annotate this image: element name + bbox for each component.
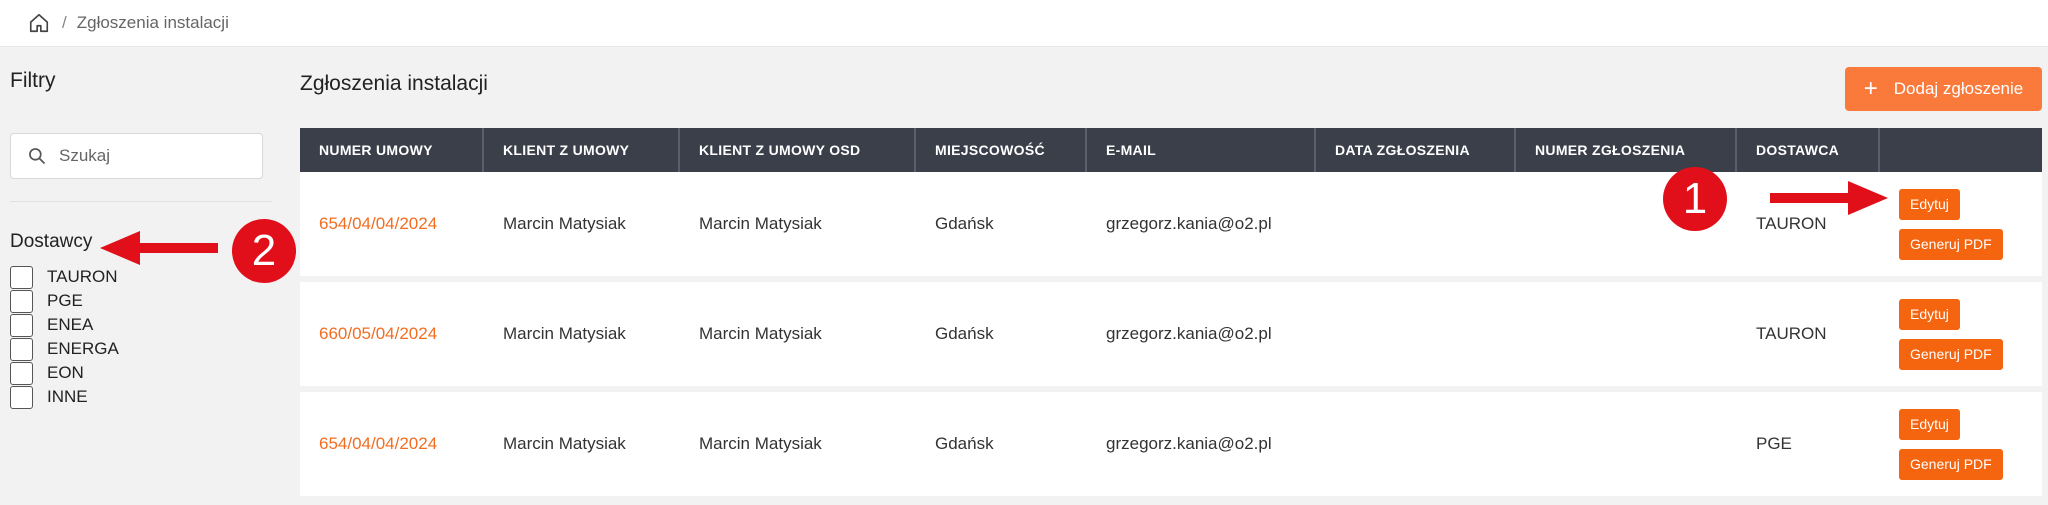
search-icon	[29, 148, 46, 165]
request-number	[1516, 282, 1737, 392]
supplier-filter-tauron[interactable]: TAURON	[10, 265, 119, 289]
client-osd-name: Marcin Matysiak	[680, 282, 916, 392]
row-actions: Edytuj Generuj PDF	[1880, 172, 2042, 282]
breadcrumb: / Zgłoszenia instalacji	[0, 0, 2048, 47]
supplier-filter-enea[interactable]: ENEA	[10, 313, 119, 337]
annotation-arrow-right-icon	[1770, 181, 1888, 215]
edit-button[interactable]: Edytuj	[1899, 188, 1960, 220]
client-osd-name: Marcin Matysiak	[680, 172, 916, 282]
breadcrumb-separator: /	[62, 13, 67, 32]
annotation-badge-2: 2	[232, 219, 296, 283]
filters-sidebar: Filtry Dostawcy TAURON PGE ENEA	[0, 47, 282, 505]
city: Gdańsk	[916, 172, 1087, 282]
supplier: TAURON	[1737, 282, 1880, 392]
edit-button[interactable]: Edytuj	[1899, 408, 1960, 440]
checkbox[interactable]	[10, 313, 33, 337]
annotation-arrow-left-icon	[100, 231, 218, 265]
email: grzegorz.kania@o2.pl	[1087, 392, 1316, 502]
client-name: Marcin Matysiak	[484, 172, 680, 282]
supplier-label: TAURON	[47, 267, 118, 286]
supplier-label: INNE	[47, 387, 88, 406]
page-content: Filtry Dostawcy TAURON PGE ENEA	[0, 47, 2048, 505]
checkbox[interactable]	[10, 385, 33, 409]
supplier-filter-pge[interactable]: PGE	[10, 289, 119, 313]
home-icon[interactable]	[28, 12, 50, 34]
supplier-label: EON	[47, 363, 84, 382]
table-row: 654/04/04/2024 Marcin Matysiak Marcin Ma…	[300, 392, 2042, 502]
table-header-row: NUMER UMOWY KLIENT Z UMOWY KLIENT Z UMOW…	[300, 128, 2042, 172]
add-request-button[interactable]: + Dodaj zgłoszenie	[1845, 67, 2042, 111]
request-date	[1316, 282, 1516, 392]
checkbox[interactable]	[10, 289, 33, 313]
column-header-klient-osd[interactable]: KLIENT Z UMOWY OSD	[680, 128, 916, 172]
column-header-actions	[1880, 128, 2042, 172]
email: grzegorz.kania@o2.pl	[1087, 172, 1316, 282]
contract-number[interactable]: 654/04/04/2024	[300, 392, 484, 502]
supplier: PGE	[1737, 392, 1880, 502]
generate-pdf-button[interactable]: Generuj PDF	[1899, 228, 2003, 260]
filters-title: Filtry	[10, 69, 56, 92]
column-header-dostawca[interactable]: DOSTAWCA	[1737, 128, 1880, 172]
search-box[interactable]	[10, 133, 263, 179]
row-actions: Edytuj Generuj PDF	[1880, 392, 2042, 502]
breadcrumb-current: Zgłoszenia instalacji	[76, 13, 229, 32]
column-header-miejscowosc[interactable]: MIEJSCOWOŚĆ	[916, 128, 1087, 172]
column-header-data-zgloszenia[interactable]: DATA ZGŁOSZENIA	[1316, 128, 1516, 172]
client-name: Marcin Matysiak	[484, 282, 680, 392]
client-name: Marcin Matysiak	[484, 392, 680, 502]
row-actions: Edytuj Generuj PDF	[1880, 282, 2042, 392]
column-header-numer-umowy[interactable]: NUMER UMOWY	[300, 128, 484, 172]
supplier-filter-list: TAURON PGE ENEA ENERGA EON INNE	[10, 265, 119, 409]
generate-pdf-button[interactable]: Generuj PDF	[1899, 338, 2003, 370]
supplier-label: ENERGA	[47, 339, 119, 358]
request-number	[1516, 392, 1737, 502]
column-header-klient[interactable]: KLIENT Z UMOWY	[484, 128, 680, 172]
column-header-email[interactable]: E-MAIL	[1087, 128, 1316, 172]
email: grzegorz.kania@o2.pl	[1087, 282, 1316, 392]
contract-number[interactable]: 654/04/04/2024	[300, 172, 484, 282]
annotation-badge-1: 1	[1663, 167, 1727, 231]
city: Gdańsk	[916, 282, 1087, 392]
column-header-numer-zgloszenia[interactable]: NUMER ZGŁOSZENIA	[1516, 128, 1737, 172]
suppliers-title: Dostawcy	[10, 231, 93, 252]
client-osd-name: Marcin Matysiak	[680, 392, 916, 502]
supplier-label: PGE	[47, 291, 83, 310]
supplier-filter-eon[interactable]: EON	[10, 361, 119, 385]
generate-pdf-button[interactable]: Generuj PDF	[1899, 448, 2003, 480]
contract-number[interactable]: 660/05/04/2024	[300, 282, 484, 392]
plus-icon: +	[1863, 75, 1878, 102]
supplier-filter-inne[interactable]: INNE	[10, 385, 119, 409]
sidebar-divider	[10, 201, 272, 202]
page-title: Zgłoszenia instalacji	[300, 72, 488, 95]
supplier-filter-energa[interactable]: ENERGA	[10, 337, 119, 361]
search-input[interactable]	[59, 146, 249, 166]
checkbox[interactable]	[10, 361, 33, 385]
checkbox[interactable]	[10, 265, 33, 289]
request-date	[1316, 172, 1516, 282]
supplier-label: ENEA	[47, 315, 94, 334]
table-row: 660/05/04/2024 Marcin Matysiak Marcin Ma…	[300, 282, 2042, 392]
checkbox[interactable]	[10, 337, 33, 361]
edit-button[interactable]: Edytuj	[1899, 298, 1960, 330]
request-date	[1316, 392, 1516, 502]
add-request-label: Dodaj zgłoszenie	[1893, 79, 2024, 98]
city: Gdańsk	[916, 392, 1087, 502]
